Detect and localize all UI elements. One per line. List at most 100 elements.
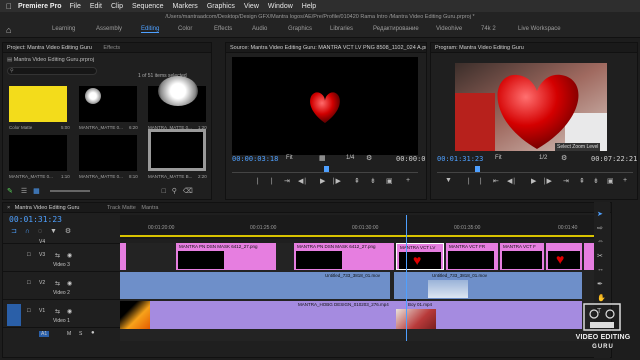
project-tab[interactable]: Project: Mantra Video Editing Guru <box>7 45 92 51</box>
mark-out-icon[interactable]: ∣ <box>479 177 483 185</box>
trash-icon[interactable]: ⌫ <box>183 188 193 195</box>
workspace-color[interactable]: Color <box>178 26 192 32</box>
effects-tab[interactable]: Effects <box>103 45 120 51</box>
workspace-audio[interactable]: Audio <box>252 26 267 32</box>
source-patch-v1[interactable] <box>7 304 21 326</box>
workspace-live[interactable]: Live Workspace <box>518 26 561 32</box>
icon-view-icon[interactable]: ▦ <box>33 188 40 195</box>
lock-icon[interactable]: □ <box>27 280 31 286</box>
step-back-icon[interactable]: ◀∣ <box>507 177 516 185</box>
menu-help[interactable]: Help <box>302 3 316 10</box>
search-icon[interactable]: ⚲ <box>172 188 177 195</box>
go-to-in-icon[interactable]: ⇤ <box>493 177 499 185</box>
clip-v3-vct-f[interactable]: MANTRA VCT F <box>500 243 544 270</box>
nest-icon[interactable]: ⊐ <box>11 228 17 235</box>
workspace-74k2[interactable]: 74k 2 <box>481 26 496 32</box>
menu-file[interactable]: File <box>70 3 81 10</box>
thumb-color-matte[interactable] <box>9 86 67 122</box>
clip-v3-tail[interactable]: ♥ <box>546 243 582 270</box>
clip-v1-boy[interactable]: Boy 01.mp4 <box>394 301 582 329</box>
workspace-effects[interactable]: Effects <box>214 26 232 32</box>
zoom-slider[interactable] <box>49 190 90 193</box>
razor-tool-icon[interactable]: ✂ <box>597 252 603 260</box>
new-item-icon[interactable]: □ <box>162 188 166 195</box>
source-scrubber[interactable] <box>232 166 418 173</box>
track-id[interactable]: V1 <box>39 308 45 314</box>
settings-icon[interactable]: ▦ <box>319 154 326 162</box>
extract-icon[interactable]: ⇟ <box>593 177 599 185</box>
project-search-input[interactable]: ⚲ <box>7 67 97 75</box>
workspace-libraries[interactable]: Libraries <box>330 26 353 32</box>
mark-in-icon[interactable]: ∣ <box>467 177 471 185</box>
track-lanes[interactable]: MANTRA PN DSN MASK 6412_27.png MANTRA PN… <box>120 215 595 341</box>
timeline-tab[interactable]: Mantra Video Editing Guru <box>15 205 80 211</box>
close-icon[interactable]: × <box>7 205 10 211</box>
thumb-matte-2[interactable] <box>148 76 206 122</box>
thumb-matte-4[interactable] <box>79 135 137 171</box>
marker-icon[interactable]: ▼ <box>445 177 452 184</box>
clip-v3-vct-lv[interactable]: MANTRA VCT LV ♥ <box>396 243 444 270</box>
mark-in-icon[interactable]: ∣ <box>256 177 260 185</box>
step-forward-icon[interactable]: ∣▶ <box>543 177 552 185</box>
lock-icon[interactable]: □ <box>27 252 31 258</box>
clip-v3-mask-2[interactable]: MANTRA PN DSN MASK 6412_27.png <box>294 243 394 270</box>
home-icon[interactable]: ⌂ <box>6 25 11 35</box>
clip-v2-untitled-1[interactable]: Untitled_733_3818_01.mov <box>120 272 390 299</box>
eye-icon[interactable]: ◉ <box>67 280 72 287</box>
apple-icon[interactable]:  <box>0 2 18 11</box>
play-icon[interactable]: ▶ <box>531 177 536 185</box>
source-resolution-select[interactable]: 1/4 <box>346 155 354 161</box>
menu-markers[interactable]: Markers <box>173 3 198 10</box>
wrench-icon[interactable]: ⚙ <box>366 154 372 162</box>
lift-icon[interactable]: ⇞ <box>579 177 585 185</box>
track-select-icon[interactable]: ⇨ <box>597 224 603 232</box>
solo-icon[interactable]: S <box>79 331 82 337</box>
program-title[interactable]: Program: Mantra Video Editing Guru <box>431 43 637 53</box>
timeline-timecode[interactable]: 00:01:31:23 <box>9 215 62 224</box>
program-viewer[interactable] <box>455 63 607 151</box>
clip-v3-mask-1[interactable]: MANTRA PN DSN MASK 6412_27.png <box>176 243 276 270</box>
clip-v3-edge[interactable] <box>120 243 126 270</box>
add-button-icon[interactable]: + <box>406 177 410 184</box>
snap-icon[interactable]: ∩ <box>25 228 30 235</box>
sync-lock-icon[interactable]: ⇆ <box>55 280 60 287</box>
workspace-editing[interactable]: Editing <box>141 26 160 33</box>
mark-out-icon[interactable]: ∣ <box>270 177 274 185</box>
track-id[interactable]: V2 <box>39 280 45 286</box>
timeline-playhead[interactable] <box>406 215 407 341</box>
play-icon[interactable]: ▶ <box>320 177 325 185</box>
ripple-edit-icon[interactable]: ⇔ <box>597 238 604 245</box>
insert-icon[interactable]: ⇞ <box>354 177 360 185</box>
source-fit-select[interactable]: Fit <box>286 155 293 161</box>
pencil-icon[interactable]: ✎ <box>7 188 13 195</box>
source-title[interactable]: Source: Mantra Video Editing Guru: MANTR… <box>226 43 426 53</box>
thumb-matte-1[interactable] <box>79 86 137 122</box>
playhead-icon[interactable] <box>475 166 480 172</box>
eye-icon[interactable]: ◉ <box>67 308 72 315</box>
source-timecode[interactable]: 00:00:03:18 <box>232 155 278 163</box>
pen-tool-icon[interactable]: ✒ <box>597 280 603 288</box>
export-frame-icon[interactable]: ▣ <box>386 177 393 185</box>
lock-icon[interactable]: □ <box>27 308 31 314</box>
add-button-icon[interactable]: + <box>623 177 627 184</box>
program-resolution-select[interactable]: 1/2 <box>539 155 547 161</box>
step-back-icon[interactable]: ◀∣ <box>298 177 307 185</box>
workspace-videohive[interactable]: Videohive <box>436 26 462 32</box>
program-scrubber[interactable] <box>437 166 633 173</box>
overwrite-icon[interactable]: ⇟ <box>370 177 376 185</box>
workspace-learning[interactable]: Learning <box>52 26 75 32</box>
linked-selection-icon[interactable]: ◌ <box>38 228 42 235</box>
program-fit-select[interactable]: Fit <box>495 155 502 161</box>
mic-icon[interactable]: ● <box>91 330 95 336</box>
timeline-ruler[interactable]: 00:01:20:00 00:01:25:00 00:01:30:00 00:0… <box>120 215 595 239</box>
menu-window[interactable]: Window <box>268 3 293 10</box>
list-view-icon[interactable]: ☰ <box>21 188 27 195</box>
wrench-icon[interactable]: ⚙ <box>561 154 567 162</box>
track-id[interactable]: V3 <box>39 252 45 258</box>
clip-v3-vct-fr[interactable]: MANTRA VCT FR <box>446 243 498 270</box>
clip-v2-untitled-2[interactable]: Untitled_733_3818_01.mov <box>394 272 582 299</box>
playhead-icon[interactable] <box>324 166 329 172</box>
eye-icon[interactable]: ◉ <box>67 252 72 259</box>
sync-lock-icon[interactable]: ⇆ <box>55 252 60 259</box>
menu-edit[interactable]: Edit <box>90 3 102 10</box>
